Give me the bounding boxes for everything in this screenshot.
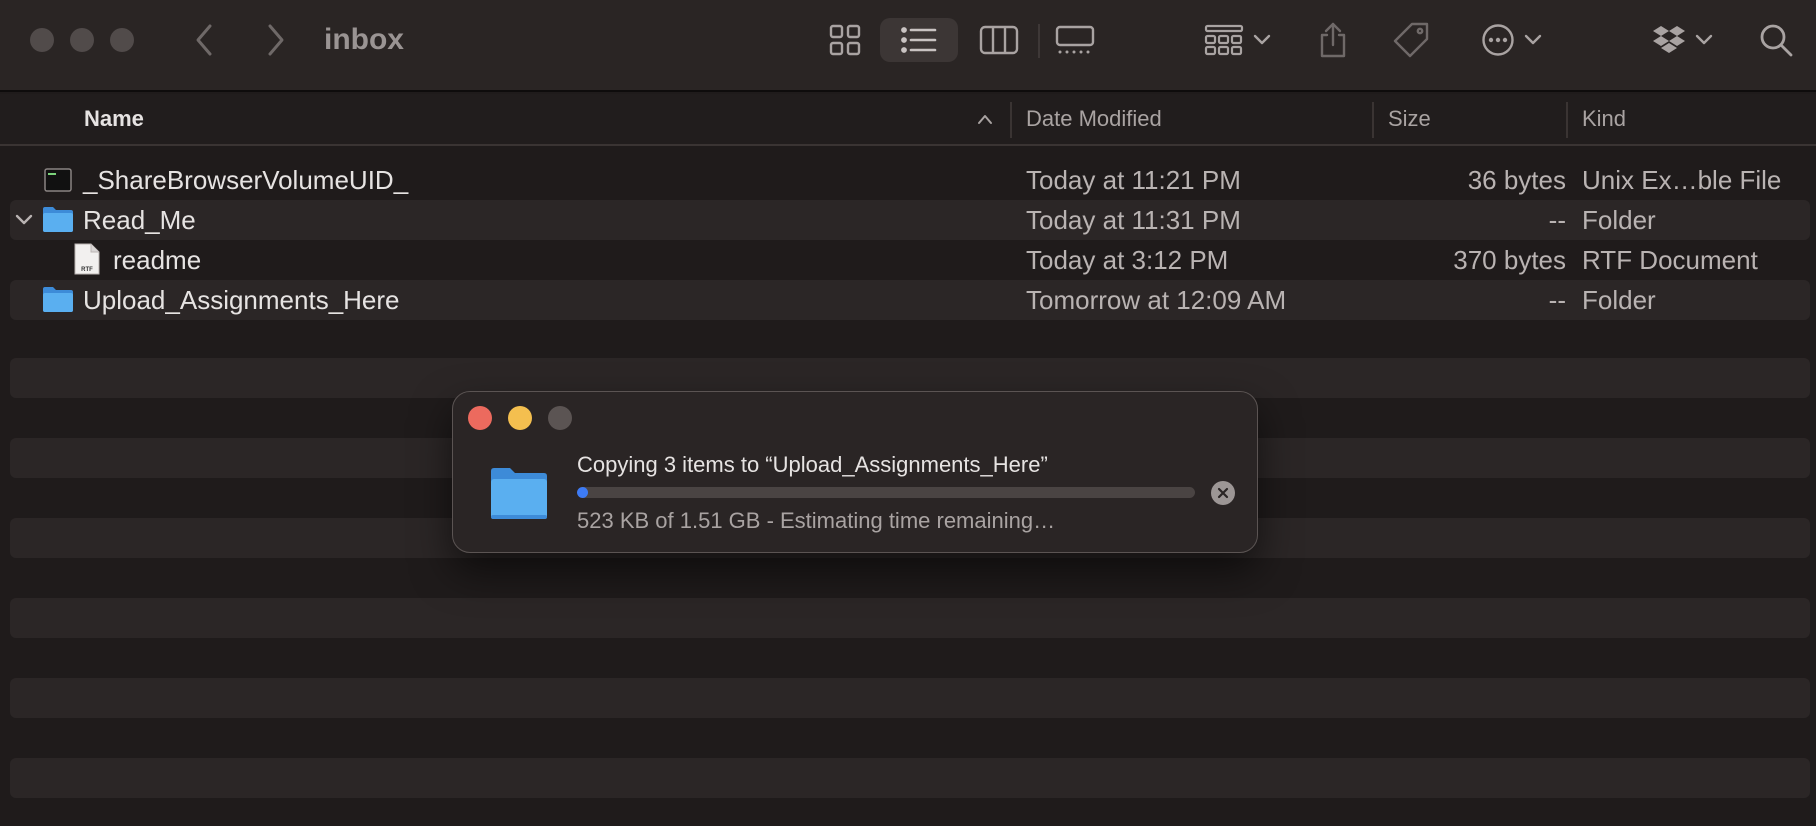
- exec-file-icon: [44, 168, 72, 192]
- file-date: Today at 3:12 PM: [1026, 245, 1229, 275]
- tag-icon: [1393, 22, 1429, 58]
- rtf-badge: RTF: [81, 267, 93, 273]
- file-kind: Unix Ex…ble File: [1582, 165, 1782, 195]
- chevron-left-icon: [196, 24, 212, 56]
- tags-button[interactable]: [1390, 18, 1432, 62]
- folder-icon: [491, 468, 547, 519]
- file-date: Today at 11:21 PM: [1026, 165, 1241, 195]
- back-button[interactable]: [184, 20, 224, 60]
- icon-view-button[interactable]: [822, 18, 868, 62]
- more-icon: [1482, 24, 1514, 56]
- file-kind: Folder: [1582, 285, 1656, 315]
- gallery-view-button[interactable]: [1052, 18, 1098, 62]
- window-title: inbox: [324, 23, 404, 56]
- rtf-document-icon: RTF: [74, 243, 100, 275]
- group-icon: [1204, 24, 1244, 56]
- dialog-minimize-button[interactable]: [508, 406, 532, 430]
- dropbox-icon: [1653, 26, 1685, 53]
- columns-icon: [979, 25, 1019, 55]
- date-column-header[interactable]: Date Modified: [1026, 94, 1162, 144]
- copy-dialog-title: Copying 3 items to “Upload_Assignments_H…: [577, 452, 1048, 477]
- file-date: Tomorrow at 12:09 AM: [1026, 285, 1287, 315]
- dialog-zoom-button: [548, 406, 572, 430]
- finder-window: inbox Name Date Modified Size Kind _Shar…: [0, 0, 1816, 826]
- share-icon: [1320, 22, 1346, 58]
- list-view-button[interactable]: [880, 18, 958, 62]
- toolbar: inbox: [0, 0, 1816, 92]
- column-divider[interactable]: [1566, 102, 1568, 138]
- column-header: Name Date Modified Size Kind: [0, 94, 1816, 146]
- list-icon: [901, 27, 937, 53]
- cancel-copy-button[interactable]: [1211, 481, 1235, 505]
- size-column-header[interactable]: Size: [1388, 94, 1431, 144]
- share-button[interactable]: [1316, 18, 1350, 62]
- window-zoom-button[interactable]: [110, 28, 134, 52]
- file-size: --: [1548, 285, 1566, 315]
- column-divider[interactable]: [1372, 102, 1374, 138]
- copy-status-text: 523 KB of 1.51 GB - Estimating time rema…: [577, 508, 1056, 533]
- table-row[interactable]: Read_Me Today at 11:31 PM -- Folder: [10, 200, 1810, 240]
- search-button[interactable]: [1756, 18, 1796, 62]
- chevron-down-icon: [1695, 34, 1713, 45]
- empty-row: [10, 758, 1810, 798]
- file-name: Read_Me: [83, 205, 196, 235]
- kind-column-header[interactable]: Kind: [1582, 94, 1626, 144]
- gallery-icon: [1055, 25, 1095, 54]
- name-column-header[interactable]: Name: [84, 94, 144, 144]
- action-menu-button[interactable]: [1478, 18, 1546, 62]
- column-view-button[interactable]: [976, 18, 1022, 62]
- forward-button[interactable]: [256, 20, 296, 60]
- chevron-down-icon: [1253, 34, 1271, 45]
- window-minimize-button[interactable]: [70, 28, 94, 52]
- copy-progress-dialog: Copying 3 items to “Upload_Assignments_H…: [452, 391, 1258, 553]
- file-name: Upload_Assignments_Here: [83, 285, 400, 315]
- sort-ascending-icon[interactable]: [976, 112, 994, 126]
- window-close-button[interactable]: [30, 28, 54, 52]
- file-kind: RTF Document: [1582, 245, 1758, 275]
- file-name: _ShareBrowserVolumeUID_: [83, 165, 409, 195]
- chevron-down-icon: [1524, 34, 1542, 45]
- empty-row: [10, 598, 1810, 638]
- disclosure-chevron-down-icon[interactable]: [14, 212, 34, 228]
- file-size: 36 bytes: [1467, 165, 1566, 195]
- table-row[interactable]: _ShareBrowserVolumeUID_ Today at 11:21 P…: [10, 160, 1810, 200]
- file-name: readme: [113, 245, 202, 275]
- group-by-button[interactable]: [1200, 18, 1276, 62]
- dropbox-button[interactable]: [1650, 18, 1716, 62]
- chevron-right-icon: [268, 24, 284, 56]
- grid-icon: [829, 24, 861, 56]
- close-icon: [1217, 487, 1229, 499]
- folder-icon: [43, 287, 73, 312]
- toolbar-separator: [1038, 24, 1040, 58]
- file-size: 370 bytes: [1453, 245, 1566, 275]
- dialog-close-button[interactable]: [468, 406, 492, 430]
- file-date: Today at 11:31 PM: [1026, 205, 1241, 235]
- table-row[interactable]: RTF readme Today at 3:12 PM 370 bytes RT…: [10, 240, 1810, 280]
- copy-progress-fill: [577, 487, 588, 498]
- folder-icon: [43, 207, 73, 232]
- copy-progress-bar: [577, 487, 1195, 498]
- table-row[interactable]: Upload_Assignments_Here Tomorrow at 12:0…: [10, 280, 1810, 320]
- file-size: --: [1548, 205, 1566, 235]
- empty-row: [10, 678, 1810, 718]
- file-kind: Folder: [1582, 205, 1656, 235]
- search-icon: [1760, 24, 1793, 57]
- column-divider[interactable]: [1010, 102, 1012, 138]
